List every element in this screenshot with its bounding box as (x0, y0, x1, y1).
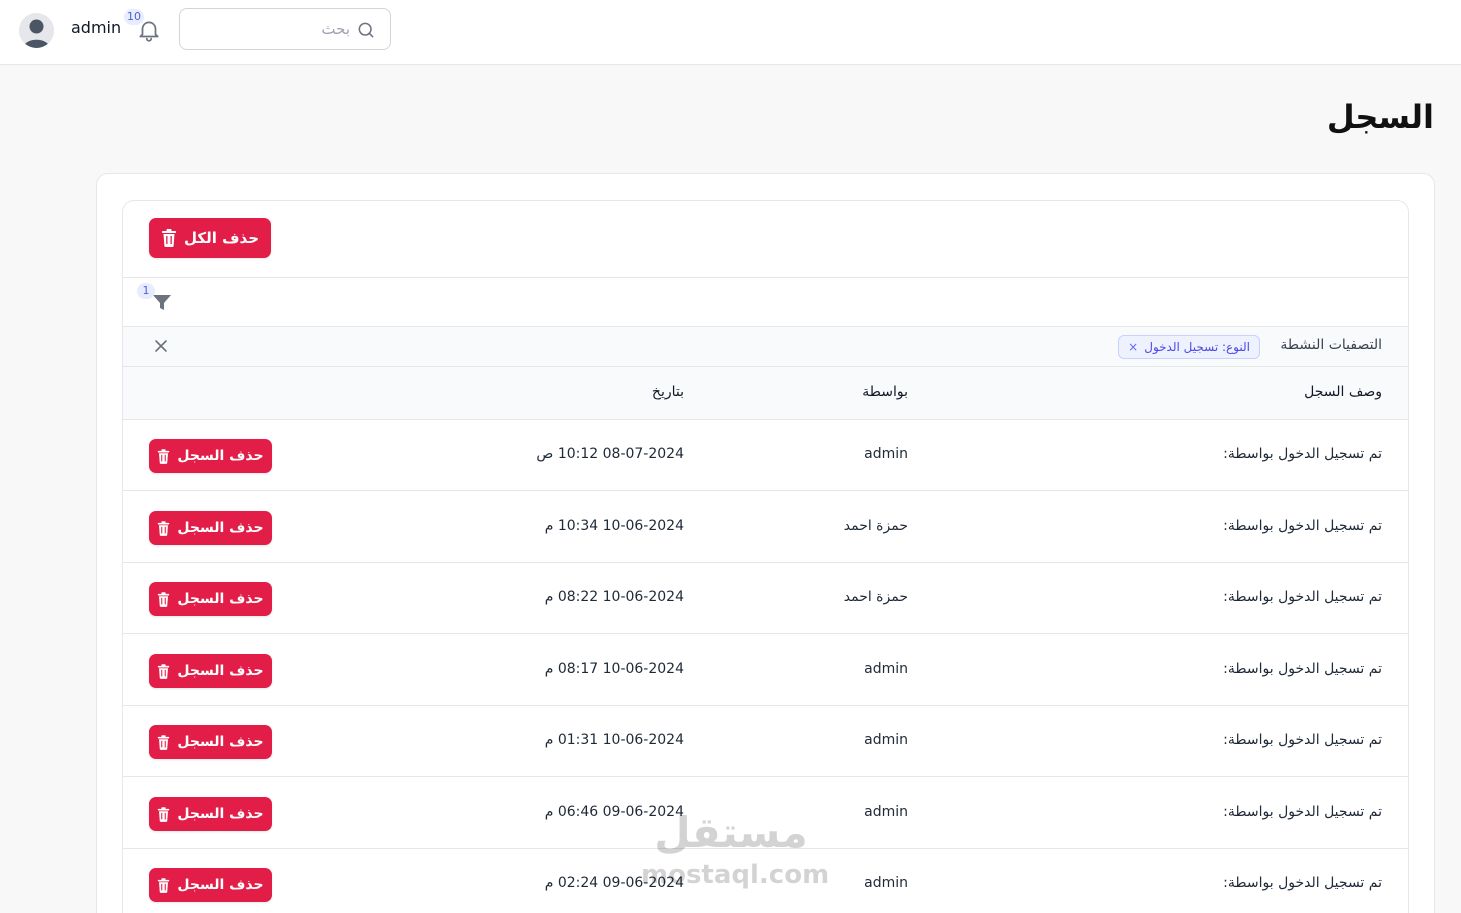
log-date: 10-06-2024 10:34 م (544, 518, 684, 534)
delete-log-label: حذف السجل (177, 520, 264, 536)
table-header: وصف السجل بواسطة بتاريخ (123, 366, 1408, 420)
delete-log-label: حذف السجل (177, 806, 264, 822)
top-bar: admin 10 (0, 0, 1461, 65)
log-author: admin (864, 875, 908, 891)
log-description: تم تسجيل الدخول بواسطة: (1223, 804, 1382, 820)
delete-log-button[interactable]: حذف السجل (149, 439, 272, 473)
trash-icon (162, 229, 176, 247)
log-date: 10-06-2024 08:17 م (544, 661, 684, 677)
delete-log-button[interactable]: حذف السجل (149, 725, 272, 759)
delete-log-button[interactable]: حذف السجل (149, 797, 272, 831)
notification-badge: 10 (124, 9, 144, 25)
column-header-date[interactable]: بتاريخ (652, 384, 684, 400)
delete-log-button[interactable]: حذف السجل (149, 868, 272, 902)
log-table-panel: حذف الكل 1 التصفيات النشطة النوع: تسجيل … (122, 200, 1409, 913)
log-date: 09-06-2024 06:46 م (544, 804, 684, 820)
trash-icon (158, 663, 170, 679)
table-row: تم تسجيل الدخول بواسطة: admin 08-07-2024 1… (123, 420, 1408, 491)
delete-log-label: حذف السجل (177, 448, 264, 464)
log-description: تم تسجيل الدخول بواسطة: (1223, 732, 1382, 748)
log-author: admin (864, 446, 908, 462)
log-description: تم تسجيل الدخول بواسطة: (1223, 589, 1382, 605)
log-description: تم تسجيل الدخول بواسطة: (1223, 661, 1382, 677)
trash-icon (158, 806, 170, 822)
log-author: حمزة احمد (843, 589, 908, 605)
table-row: تم تسجيل الدخول بواسطة: حمزة احمد 10-06-20… (123, 563, 1408, 634)
trash-icon (158, 520, 170, 536)
table-row: تم تسجيل الدخول بواسطة: admin 10-06-2024 0… (123, 706, 1408, 777)
delete-log-label: حذف السجل (177, 663, 264, 679)
table-row: تم تسجيل الدخول بواسطة: admin 09-06-2024 0… (123, 778, 1408, 849)
log-date: 08-07-2024 10:12 ص (536, 446, 684, 462)
table-row: تم تسجيل الدخول بواسطة: admin 10-06-2024 0… (123, 635, 1408, 706)
delete-all-button[interactable]: حذف الكل (149, 218, 271, 258)
username[interactable]: admin (71, 18, 121, 37)
delete-log-label: حذف السجل (177, 877, 264, 893)
remove-filter-button[interactable]: × (1128, 340, 1138, 354)
delete-log-button[interactable]: حذف السجل (149, 654, 272, 688)
delete-log-label: حذف السجل (177, 734, 264, 750)
active-filters-bar: التصفيات النشطة النوع: تسجيل الدخول × (123, 326, 1408, 366)
table-row: تم تسجيل الدخول بواسطة: حمزة احمد 10-06-20… (123, 492, 1408, 563)
log-date: 10-06-2024 01:31 م (544, 732, 684, 748)
avatar[interactable] (19, 13, 54, 48)
filter-chip: النوع: تسجيل الدخول × (1118, 335, 1260, 359)
trash-icon (158, 734, 170, 750)
delete-log-button[interactable]: حذف السجل (149, 511, 272, 545)
search-input[interactable] (190, 18, 350, 40)
filter-icon[interactable] (151, 291, 173, 313)
trash-icon (158, 448, 170, 464)
log-date: 10-06-2024 08:22 م (544, 589, 684, 605)
active-filters-label: التصفيات النشطة (1280, 337, 1382, 353)
trash-icon (158, 591, 170, 607)
filter-chip-label: النوع: تسجيل الدخول (1144, 340, 1250, 354)
clear-filters-icon[interactable] (152, 337, 170, 355)
column-header-by[interactable]: بواسطة (862, 384, 908, 400)
log-description: تم تسجيل الدخول بواسطة: (1223, 518, 1382, 534)
table-row: تم تسجيل الدخول بواسطة: admin 09-06-2024 0… (123, 849, 1408, 913)
delete-all-label: حذف الكل (184, 229, 260, 247)
log-author: admin (864, 804, 908, 820)
delete-log-label: حذف السجل (177, 591, 264, 607)
column-header-description[interactable]: وصف السجل (1304, 384, 1382, 400)
log-description: تم تسجيل الدخول بواسطة: (1223, 446, 1382, 462)
log-author: admin (864, 732, 908, 748)
page-title: السجل (1326, 98, 1434, 136)
log-date: 09-06-2024 02:24 م (544, 875, 684, 891)
delete-log-button[interactable]: حذف السجل (149, 582, 272, 616)
search-box (179, 8, 391, 50)
filter-count-badge: 1 (137, 283, 155, 299)
user-icon (19, 13, 54, 48)
log-author: admin (864, 661, 908, 677)
divider (123, 277, 1408, 278)
trash-icon (158, 877, 170, 893)
search-icon (358, 22, 374, 38)
log-description: تم تسجيل الدخول بواسطة: (1223, 875, 1382, 891)
log-author: حمزة احمد (843, 518, 908, 534)
